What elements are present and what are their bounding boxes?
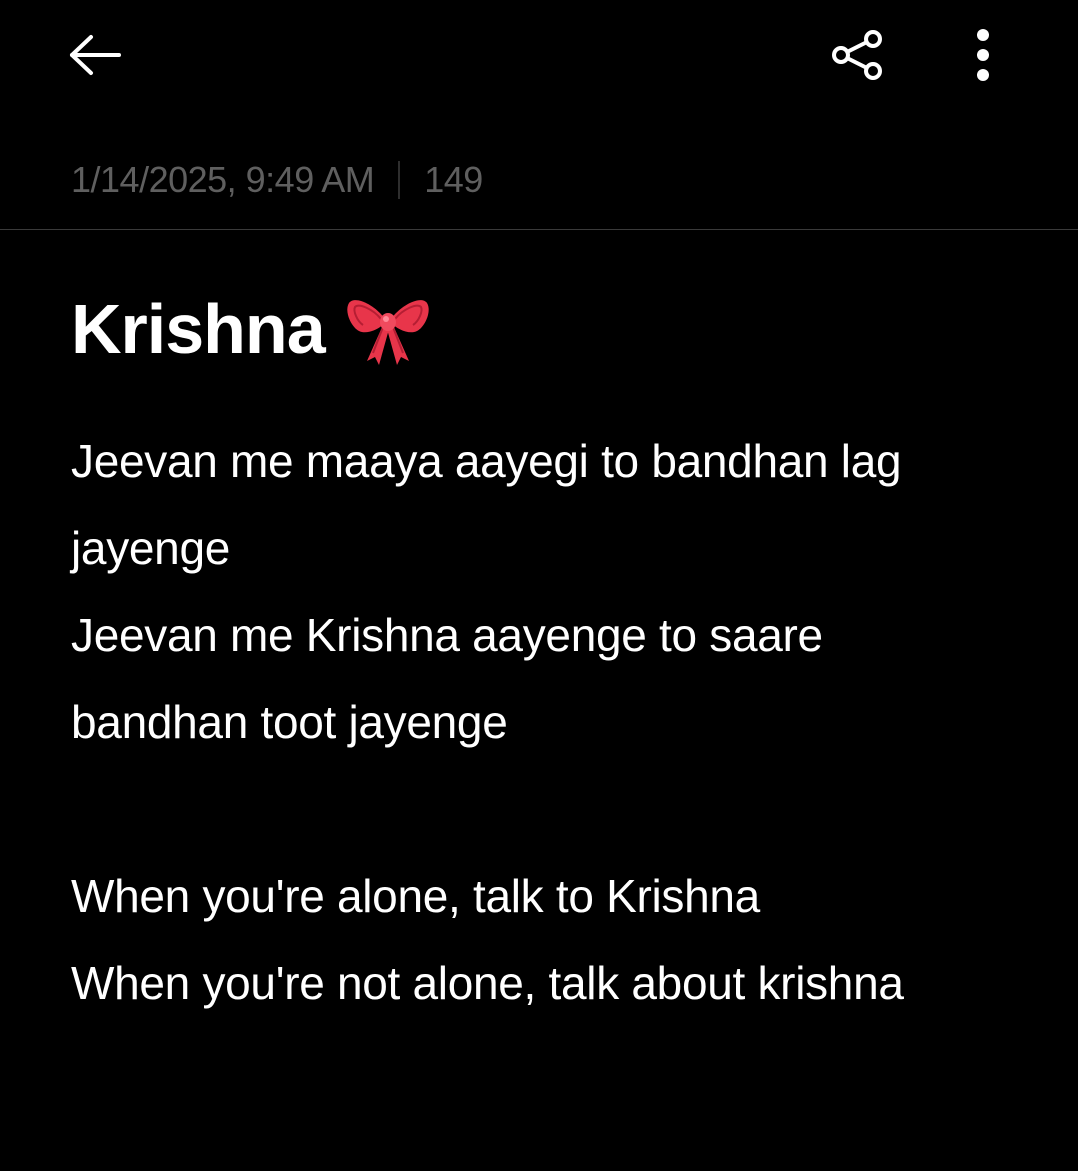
note-line: Jeevan me Krishna aayenge to saare <box>71 609 823 661</box>
header-divider <box>0 229 1078 230</box>
share-button[interactable] <box>826 26 888 84</box>
note-line: Jeevan me maaya aayegi to bandhan lag <box>71 435 902 487</box>
note-meta: 1/14/2025, 9:49 AM 149 <box>71 158 483 202</box>
top-toolbar <box>0 0 1078 110</box>
note-line: When you're alone, talk to Krishna <box>71 870 760 922</box>
note-title[interactable]: Krishna <box>71 289 326 369</box>
note-timestamp: 1/14/2025, 9:49 AM <box>71 159 375 200</box>
note-line: jayenge <box>71 522 231 574</box>
back-button[interactable] <box>60 26 130 84</box>
note-blank-line <box>71 766 1031 853</box>
note-line: bandhan toot jayenge <box>71 696 508 748</box>
arrow-left-icon <box>70 35 121 75</box>
note-title-row[interactable]: Krishna <box>71 284 431 374</box>
note-body[interactable]: Jeevan me maaya aayegi to bandhan lag ja… <box>71 418 1031 1027</box>
note-line: When you're not alone, talk about krishn… <box>71 957 904 1009</box>
note-char-count: 149 <box>424 159 483 200</box>
more-vertical-icon <box>977 29 989 81</box>
ribbon-bow-icon <box>346 300 429 365</box>
more-options-button[interactable] <box>958 22 1008 88</box>
meta-divider <box>398 161 401 199</box>
share-icon <box>832 30 882 80</box>
